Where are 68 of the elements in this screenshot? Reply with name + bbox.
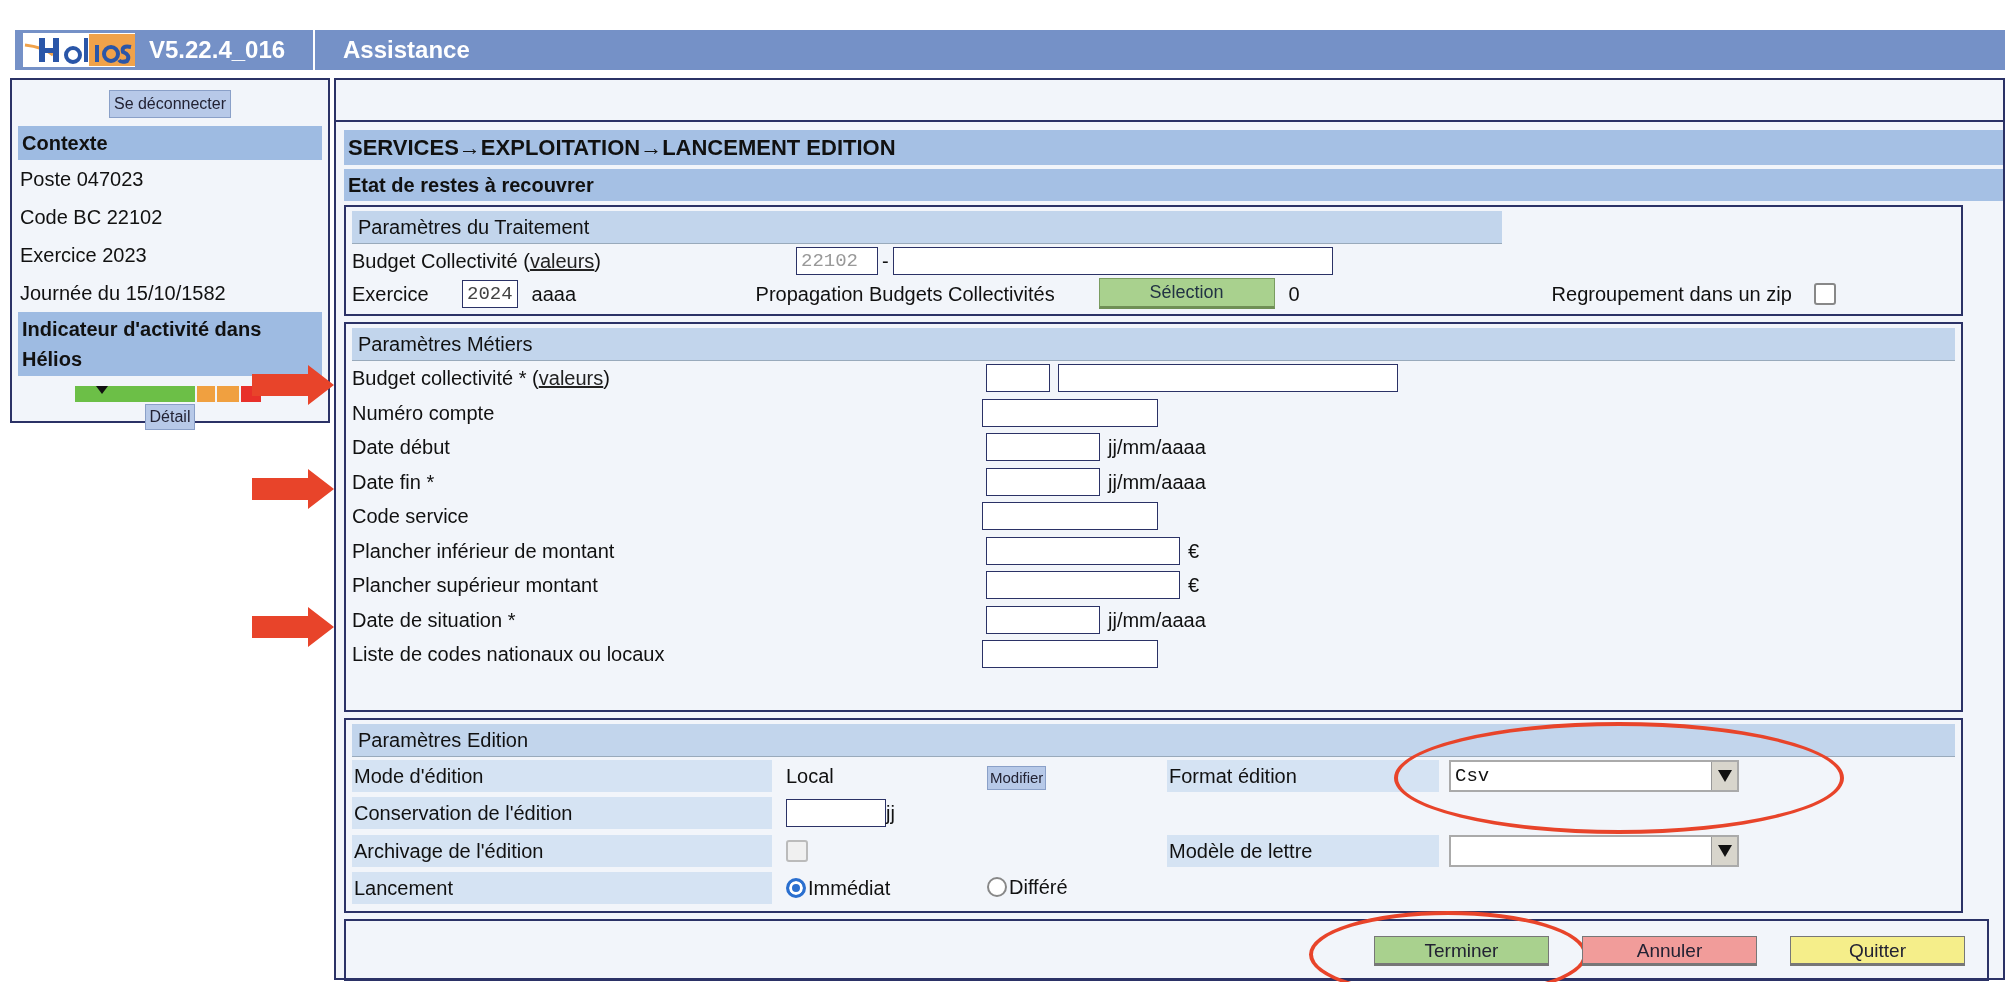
context-line: Poste 047023 xyxy=(19,167,145,192)
field-label: Lancement xyxy=(352,872,772,905)
section-header: Contexte xyxy=(18,126,322,160)
modify-button[interactable]: Modifier xyxy=(987,765,1047,791)
name-field[interactable] xyxy=(1058,364,1398,393)
currency-label: € xyxy=(1188,538,1200,564)
logout-button[interactable]: Se déconnecter xyxy=(108,90,232,118)
field-label: Budget Collectivité (valeurs) xyxy=(352,248,603,274)
radio-option[interactable]: Immédiat xyxy=(786,873,891,904)
currency-label: € xyxy=(1188,573,1200,599)
unit-label: jj xyxy=(886,801,895,827)
checkbox-label: Regroupement dans un zip xyxy=(1551,281,1792,307)
context-line: Code BC 22102 xyxy=(19,205,164,230)
action-button[interactable]: Terminer xyxy=(1374,935,1549,966)
unit-label: aaaa xyxy=(531,281,578,307)
name-field[interactable] xyxy=(892,246,1333,275)
section-legend: Paramètres Edition xyxy=(352,724,1955,757)
field-label: Propagation Budgets Collectivités xyxy=(755,281,1056,307)
breadcrumb-header: SERVICES→EXPLOITATION→LANCEMENT EDITION xyxy=(344,130,2003,165)
dropdown-arrow-icon xyxy=(1716,768,1733,783)
context-line: Exercice 2023 xyxy=(19,243,148,268)
field-label: Code service xyxy=(352,504,470,530)
field-label: Archivage de l'édition xyxy=(352,834,772,867)
radio-option[interactable]: Différé xyxy=(987,871,1068,902)
count-label: 0 xyxy=(1288,281,1301,307)
field-label: Date début xyxy=(352,435,451,461)
value-text: Local xyxy=(786,763,834,789)
context-line: Journée du 15/10/1582 xyxy=(19,281,227,306)
text-field[interactable] xyxy=(982,502,1158,531)
section-header: Indicateur d'activité dans Hélios xyxy=(18,312,322,376)
format-hint: jj/mm/aaaa xyxy=(1108,469,1206,495)
amount-field[interactable] xyxy=(986,571,1180,600)
field-label: Format édition xyxy=(1167,759,1439,792)
field-label: Conservation de l'édition xyxy=(352,797,772,830)
selection-button[interactable]: Sélection xyxy=(1098,278,1275,309)
date-field[interactable] xyxy=(986,605,1100,634)
version-label: V5.22.4_016 xyxy=(135,30,315,70)
app-title: Assistance xyxy=(342,35,470,65)
code-field[interactable] xyxy=(986,364,1050,393)
format-hint: jj/mm/aaaa xyxy=(1108,435,1206,461)
dropdown-arrow-icon xyxy=(1716,843,1733,858)
amount-field[interactable] xyxy=(986,536,1180,565)
field-label: Modèle de lettre xyxy=(1167,834,1439,867)
field-label: Plancher supérieur montant xyxy=(352,573,599,599)
field-label: Plancher inférieur de montant xyxy=(352,538,616,564)
field-label: Date fin * xyxy=(352,469,436,495)
text-field[interactable] xyxy=(982,398,1158,427)
action-button[interactable]: Quitter xyxy=(1790,935,1965,966)
field-label: Date de situation * xyxy=(352,607,517,633)
text-field[interactable] xyxy=(982,640,1158,669)
field-label: Exercice xyxy=(352,281,430,307)
dropdown-select[interactable]: Csv xyxy=(1449,759,1739,792)
detail-button[interactable]: Détail xyxy=(144,404,196,430)
separator-text: - xyxy=(882,248,889,274)
field-label: Mode d'édition xyxy=(352,759,772,792)
section-legend: Paramètres du Traitement xyxy=(352,211,1502,244)
year-field[interactable]: 2024 xyxy=(462,279,518,308)
field-label: Numéro compte xyxy=(352,400,496,426)
days-field[interactable] xyxy=(786,799,886,828)
format-hint: jj/mm/aaaa xyxy=(1108,607,1206,633)
action-button[interactable]: Annuler xyxy=(1582,935,1757,966)
section-legend: Paramètres Métiers xyxy=(352,328,1955,361)
zip-checkbox[interactable] xyxy=(1813,282,1836,305)
field-label: Liste de codes nationaux ou locaux xyxy=(352,642,666,668)
date-field[interactable] xyxy=(986,433,1100,462)
date-field[interactable] xyxy=(986,467,1100,496)
page-title: Etat de restes à recouvrer xyxy=(344,169,2003,201)
field-label: Budget collectivité * (valeurs) xyxy=(352,366,611,392)
